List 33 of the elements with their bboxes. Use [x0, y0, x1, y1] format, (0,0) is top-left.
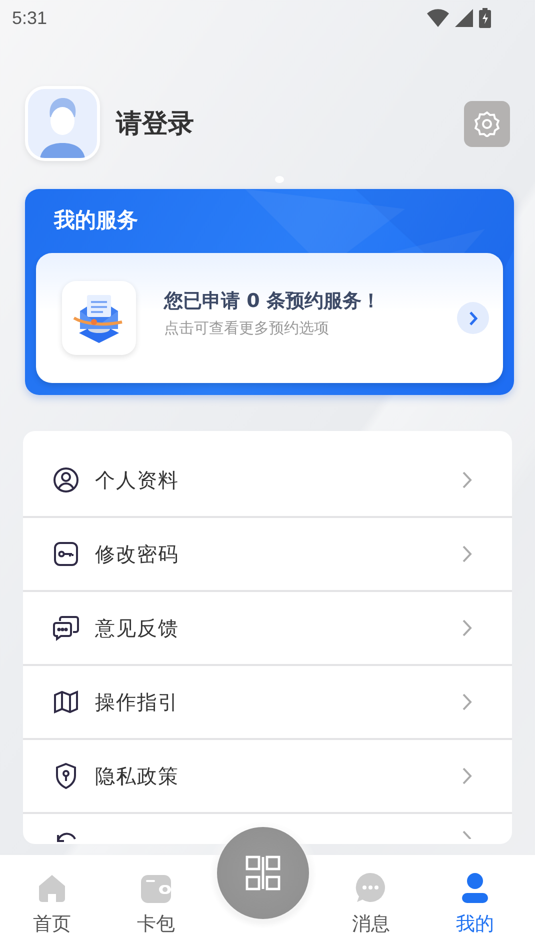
qr-code-icon [245, 855, 282, 891]
wallet-icon [141, 875, 172, 903]
person-icon [462, 873, 488, 903]
menu-item[interactable]: 操作指引 [23, 666, 512, 740]
key-icon [53, 541, 79, 567]
tab[interactable]: 卡包 [104, 855, 208, 951]
menu-item[interactable]: 意见反馈 [23, 592, 512, 666]
settings-icon [474, 110, 500, 136]
shield-icon [54, 762, 78, 790]
wifi-icon [427, 9, 449, 27]
appointment-count: 您已申请 0 条预约服务！ [164, 289, 382, 314]
map-icon [53, 690, 79, 714]
appointment-hint: 点击可查看更多预约选项 [164, 319, 330, 338]
open-button[interactable] [457, 302, 489, 334]
menu-item[interactable]: 隐私政策 [23, 740, 512, 814]
login-prompt[interactable]: 请登录 [116, 106, 464, 141]
chat-bubble-icon [355, 872, 386, 903]
avatar-icon [25, 86, 100, 161]
appointment-card[interactable]: 您已申请 0 条预约服务！ 点击可查看更多预约选项 [36, 253, 503, 383]
tab[interactable]: 首页 [0, 855, 104, 951]
menu-item[interactable]: 个人资料 [23, 444, 512, 518]
settings-button[interactable] [464, 100, 510, 146]
status-time: 5:31 [12, 8, 48, 28]
user-icon [53, 467, 79, 493]
tab[interactable]: 我的 [422, 855, 527, 951]
signal-icon [455, 9, 473, 27]
menu-item[interactable]: 修改密码 [23, 518, 512, 592]
envelope-icon [62, 281, 136, 355]
chat-icon [52, 615, 80, 641]
section-title: 我的服务 [52, 207, 139, 234]
home-icon [37, 873, 68, 903]
tab[interactable]: 消息 [318, 855, 423, 951]
battery-icon [479, 8, 491, 28]
